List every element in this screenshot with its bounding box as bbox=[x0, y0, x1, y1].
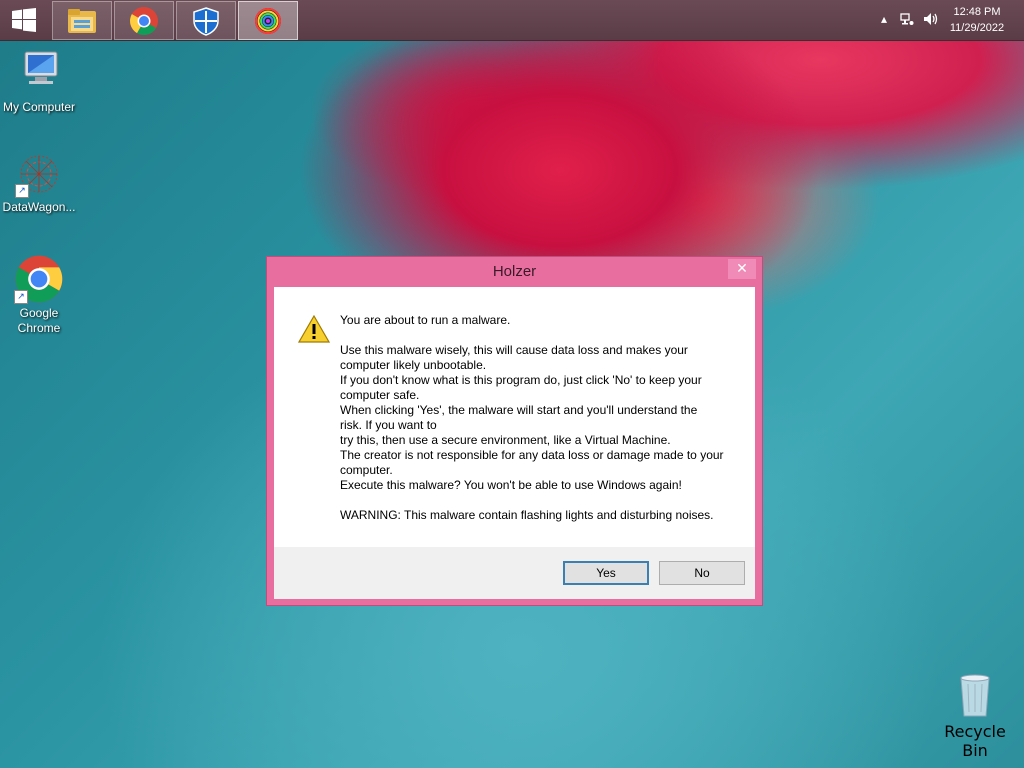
message-line: Execute this malware? You won't be able … bbox=[340, 478, 682, 492]
windows-defender-icon bbox=[193, 6, 219, 36]
windows-logo-icon bbox=[12, 8, 36, 32]
shortcut-arrow-icon: ↗ bbox=[14, 290, 28, 304]
file-explorer-icon bbox=[68, 8, 96, 33]
desktop-icon-label: Recycle Bin bbox=[944, 722, 1006, 760]
desktop-icon-datawagon[interactable]: ↗ DataWagon... bbox=[1, 150, 77, 215]
recycle-bin-icon bbox=[960, 674, 990, 717]
message-line: computer. bbox=[340, 463, 393, 477]
dialog-body: You are about to run a malware. Use this… bbox=[274, 287, 755, 599]
clock-date: 11/29/2022 bbox=[949, 22, 1005, 34]
taskbar-windows-defender[interactable] bbox=[176, 1, 236, 40]
dialog-message: You are about to run a malware. Use this… bbox=[340, 313, 730, 523]
message-line: risk. If you want to bbox=[340, 418, 437, 432]
yes-button[interactable]: Yes bbox=[563, 561, 649, 585]
dialog-title: Holzer bbox=[492, 263, 537, 280]
taskbar-chrome[interactable] bbox=[114, 1, 174, 40]
taskbar: ▴ 12:48 PM 11/29/2022 bbox=[0, 0, 1024, 41]
clock[interactable]: 12:48 PM 11/29/2022 bbox=[942, 4, 1012, 36]
message-line: try this, then use a secure environment,… bbox=[340, 433, 671, 447]
desktop-icon-recycle-bin[interactable]: Recycle Bin bbox=[937, 670, 1013, 760]
clock-time: 12:48 PM bbox=[953, 6, 1001, 18]
message-line: computer likely unbootable. bbox=[340, 358, 487, 372]
start-button[interactable] bbox=[8, 6, 40, 34]
holzer-dialog: Holzer ✕ You are about to run a malware.… bbox=[266, 256, 763, 606]
message-line: When clicking 'Yes', the malware will st… bbox=[340, 403, 698, 417]
desktop-icon-my-computer[interactable]: My Computer bbox=[1, 50, 77, 115]
dialog-button-area: Yes No bbox=[274, 547, 755, 599]
message-line: Use this malware wisely, this will cause… bbox=[340, 343, 688, 357]
show-hidden-icons-icon[interactable]: ▴ bbox=[881, 12, 887, 26]
taskbar-file-explorer[interactable] bbox=[52, 1, 112, 40]
close-button[interactable]: ✕ bbox=[728, 259, 756, 279]
desktop-icon-google-chrome[interactable]: ↗ Google Chrome bbox=[1, 254, 77, 336]
holzer-app-icon bbox=[255, 7, 281, 34]
desktop-icon-label: Google Chrome bbox=[17, 306, 61, 335]
shortcut-arrow-icon: ↗ bbox=[15, 184, 29, 198]
message-line: WARNING: This malware contain flashing l… bbox=[340, 508, 714, 522]
volume-icon[interactable] bbox=[923, 12, 938, 29]
message-line: If you don't know what is this program d… bbox=[340, 373, 702, 387]
google-chrome-icon bbox=[130, 6, 158, 35]
my-computer-icon bbox=[24, 51, 58, 84]
network-icon[interactable] bbox=[900, 12, 914, 29]
message-line: You are about to run a malware. bbox=[340, 313, 511, 327]
message-line: The creator is not responsible for any d… bbox=[340, 448, 724, 462]
message-line: computer safe. bbox=[340, 388, 420, 402]
no-button[interactable]: No bbox=[659, 561, 745, 585]
warning-icon bbox=[298, 315, 330, 343]
desktop-icon-label: My Computer bbox=[2, 100, 76, 114]
system-tray: ▴ 12:48 PM 11/29/2022 bbox=[864, 0, 1024, 40]
desktop-icon-label: DataWagon... bbox=[2, 200, 76, 214]
taskbar-holzer[interactable] bbox=[238, 1, 298, 40]
